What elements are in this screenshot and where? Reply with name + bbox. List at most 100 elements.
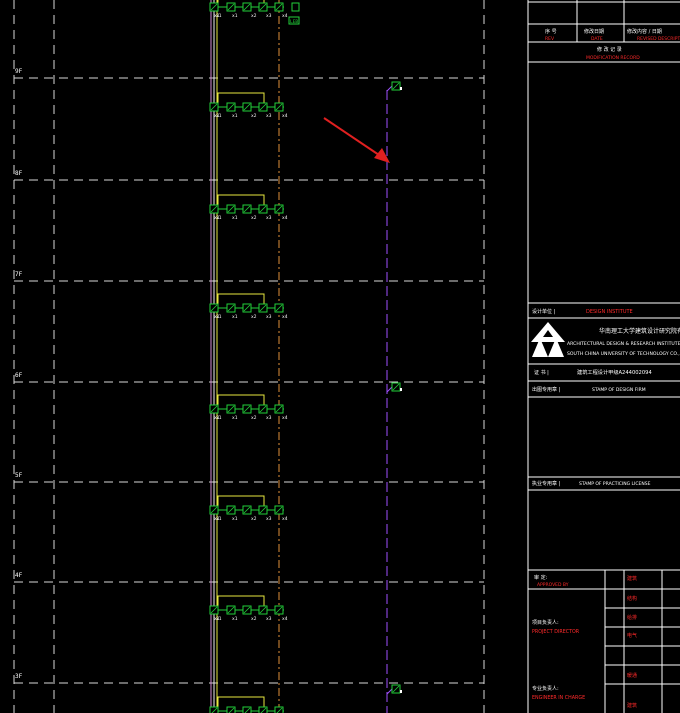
device-tag: x2 [251, 415, 257, 421]
device-tag: x2 [251, 215, 257, 221]
device-tag: x3 [266, 215, 272, 221]
device-tag: x1 [216, 516, 222, 522]
director-en: PROJECT DIRECTOR [532, 629, 580, 635]
right-device [386, 382, 402, 393]
device-tag: x1 [232, 314, 238, 320]
floor-label: 6F [15, 372, 23, 379]
floor-label: 7F [15, 271, 23, 278]
stamp-design-en: STAMP OF DESIGN FIRM [592, 387, 646, 393]
engineer-en: ENGINEER IN CHARGE [532, 695, 585, 701]
red-arrow-annotation [323, 117, 390, 163]
record-cn: 修 改 记 录 [597, 46, 622, 53]
device-tag: x4 [282, 516, 288, 522]
device-tag: x4 [282, 215, 288, 221]
extra-device-label: LEB [290, 19, 298, 25]
device-tag: x3 [266, 415, 272, 421]
approved-cn: 审 定: [534, 574, 548, 581]
yellow-bracket [217, 194, 265, 205]
sign-label: 建筑 [627, 575, 637, 582]
right-device [386, 81, 402, 92]
right-device-lead [386, 85, 393, 92]
header-no-cn: 序 号 [545, 28, 557, 35]
device-tag: x3 [266, 314, 272, 320]
floor-label: 8F [15, 170, 23, 177]
device-tag: x3 [266, 113, 272, 119]
approved-en: APPROVED BY [537, 582, 569, 588]
device-tag: x1 [232, 215, 238, 221]
company-name-en-2: SOUTH CHINA UNIVERSITY OF TECHNOLOGY CO.… [567, 351, 680, 357]
yellow-bracket [217, 696, 265, 707]
device-tag: x1 [216, 415, 222, 421]
yellow-bracket [217, 293, 265, 304]
stamp-design-cn: 出图专用章 | [532, 386, 561, 393]
device-row: x1x1x1x2x3x4 [209, 92, 288, 119]
record-en: MODIFICATION RECORD [586, 55, 640, 61]
device-tag: x2 [251, 113, 257, 119]
right-device-dot [400, 388, 402, 391]
device-tag: x4 [282, 314, 288, 320]
header-date-en: DATE [591, 36, 603, 42]
yellow-bracket [217, 394, 265, 405]
device-tag: x1 [232, 616, 238, 622]
company-name-cn: 华南理工大学建筑设计研究院有限公司 [599, 327, 680, 335]
floor-label: 4F [15, 572, 23, 579]
device-tag: x2 [251, 616, 257, 622]
sign-label: 建筑 [627, 702, 637, 709]
engineer-cn: 专业负责人: [532, 685, 559, 692]
yellow-bracket [217, 495, 265, 506]
device-tag: x1 [232, 516, 238, 522]
device-row: x1x1x1x2x3x4 [209, 293, 288, 320]
header-no-en: REV [545, 36, 555, 42]
device-box [291, 2, 300, 12]
sign-label: 电气 [627, 632, 637, 639]
sign-label: 暖通 [627, 672, 637, 679]
arrow-shaft [323, 117, 383, 158]
device-rows: x1x1 x1 x2 x3 x4LEBx1x1 x1 x2 x3 x4x1x1 x1 x2 x3 x4x… [209, 0, 300, 713]
floor-label: 3F [15, 673, 23, 680]
device-row: x1x1 x1 x2 x3 x4LEB [209, 0, 300, 25]
device-tag: x3 [266, 13, 272, 19]
device-tag: x4 [282, 13, 288, 19]
device-tag: x1 [216, 13, 222, 19]
device-tag: x1 [216, 314, 222, 320]
device-tag: x3 [266, 616, 272, 622]
device-tag: x1 [216, 113, 222, 119]
device-tag: x4 [282, 616, 288, 622]
device-tag: x1 [216, 215, 222, 221]
device-row: x1x1x1x2x3x4 [209, 394, 288, 421]
stamp-license-en: STAMP OF PRACTICING LICENSE [579, 481, 651, 487]
cad-drawing-canvas[interactable]: 9F8F7F6F5F4F3F x1x1 x1 x2 x3 x4LEBx1x1 x1 x2 x3… [0, 0, 680, 713]
yellow-bracket [217, 92, 265, 103]
device-row: x1x1x1x2x3x4 [209, 495, 288, 522]
right-device-dot [400, 87, 402, 90]
header-desc-en: REVISED DESCRIPTION [637, 36, 680, 42]
cert-label: 证 书 | [534, 369, 549, 376]
device-tag: x2 [251, 13, 257, 19]
device-row: x1x1x1x2x3x4 [209, 595, 288, 622]
device-row: x1x1x1x2x3x4 [209, 194, 288, 221]
device-tag: x2 [251, 516, 257, 522]
company-logo [531, 322, 565, 358]
header-date-cn: 修改日期 [584, 28, 604, 35]
device-tag: x4 [282, 415, 288, 421]
right-device-lead [386, 386, 393, 393]
header-desc-cn: 修改内容 / 日期 [627, 28, 662, 35]
device-tag: x1 [232, 415, 238, 421]
device-tag: x4 [282, 113, 288, 119]
right-device-lead [386, 688, 393, 695]
company-name-en-1: ARCHITECTURAL DESIGN & RESEARCH INSTITUT… [567, 341, 680, 347]
arrow-head [374, 148, 390, 163]
device-tag: x1 [232, 113, 238, 119]
device-tag: x3 [266, 516, 272, 522]
device-row: x1x1x1x2x3x4 [209, 696, 284, 713]
right-riser [386, 81, 402, 713]
design-unit-cn: 设计单位 | [532, 308, 556, 315]
design-unit-en: DESIGN INSTITUTE [586, 309, 633, 315]
floor-label: 5F [15, 472, 23, 479]
cert-value: 建筑工程设计甲级A244002094 [577, 368, 652, 376]
sign-label: 结构 [627, 595, 637, 602]
title-block: 序 号REV 修改日期DATE 修改内容 / 日期REVISED DESCRIPTI… [527, 0, 680, 713]
yellow-bracket [217, 595, 265, 606]
right-device [386, 684, 402, 695]
sign-label: 给排 [627, 614, 637, 621]
